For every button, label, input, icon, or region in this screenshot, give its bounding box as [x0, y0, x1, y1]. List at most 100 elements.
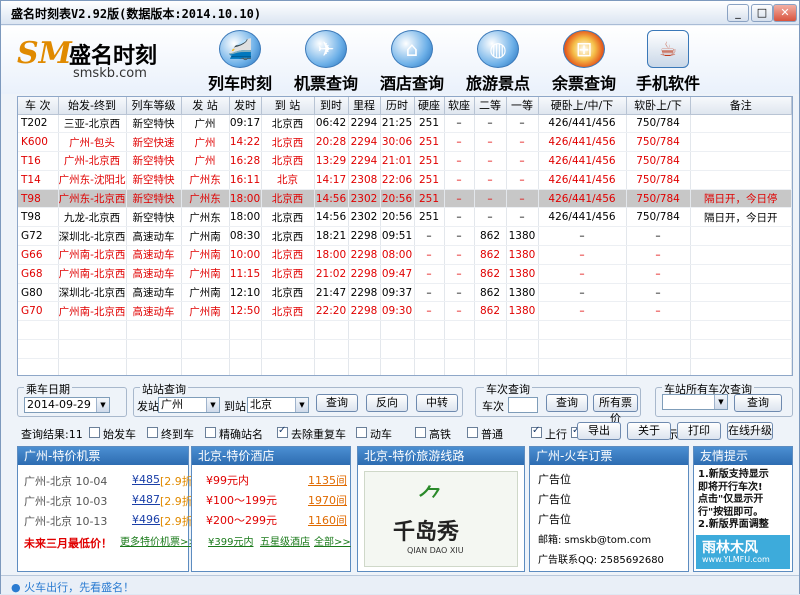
table-cell: 1380	[506, 264, 539, 284]
hotel-range[interactable]: ¥200～299元	[206, 512, 277, 528]
table-row[interactable]: G66 广州南-北京西 高速动车 广州南 10:00 北京西 18:00 2298 08:00–…	[18, 245, 792, 265]
nav-hotel-search[interactable]: ⌂ 酒店查询	[371, 26, 453, 94]
table-row[interactable]: G72 深圳北-北京西 高速动车 广州南 08:30 北京西 18:21 2298 09:51–…	[18, 226, 792, 247]
filter-checkbox[interactable]	[356, 427, 367, 438]
nav-flight-search[interactable]: ✈ 机票查询	[285, 26, 367, 94]
nav-attractions[interactable]: ◍ 旅游景点	[457, 26, 539, 94]
export-button[interactable]: 导出	[577, 422, 621, 440]
column-header[interactable]: 软卧上/下	[626, 97, 691, 115]
filter-checkbox[interactable]	[415, 427, 426, 438]
table-row[interactable]: T16 广州-北京西 新空特快 广州 16:28 北京西 13:29 2294 21:01 251…	[18, 151, 792, 171]
table-row[interactable]: T202 三亚-北京西 新空特快 广州 09:17 北京西 06:42 2294 21:25 25…	[18, 114, 792, 134]
column-header[interactable]: 二等	[474, 97, 507, 115]
to-station-select[interactable]: 北京 ▼	[247, 397, 309, 413]
filter-checkbox[interactable]	[467, 427, 478, 438]
column-header[interactable]: 列车等级	[126, 97, 182, 115]
close-button[interactable]: ✕	[773, 4, 797, 22]
hotel-count[interactable]: 1160间	[308, 512, 347, 528]
column-header[interactable]: 车 次	[18, 97, 59, 115]
reverse-button[interactable]: 反向	[366, 394, 408, 412]
table-cell: 16:11	[229, 170, 262, 190]
minimize-button[interactable]: _	[727, 4, 749, 22]
chevron-down-icon[interactable]: ▼	[714, 395, 727, 409]
column-header[interactable]: 发 站	[181, 97, 230, 115]
about-button[interactable]: 关于	[627, 422, 671, 440]
filter-checkbox[interactable]	[531, 425, 542, 438]
from-station-select[interactable]: 广州 ▼	[158, 397, 220, 413]
chevron-down-icon[interactable]: ▼	[206, 398, 219, 412]
filter-checkbox[interactable]	[205, 427, 216, 438]
table-cell: T14	[18, 170, 59, 190]
nav-mobile-app[interactable]: ☕ 手机软件	[627, 26, 709, 94]
date-picker[interactable]: 2014-09-29 ▼	[24, 397, 110, 413]
table-cell: G80	[18, 283, 59, 303]
hotel-link-399[interactable]: ¥399元内	[208, 533, 253, 548]
upgrade-button[interactable]: 在线升级	[727, 422, 773, 440]
column-header[interactable]: 到 站	[261, 97, 315, 115]
column-header[interactable]: 发时	[229, 97, 262, 115]
flight-price[interactable]: ¥496	[132, 513, 160, 526]
flight-route: 广州-北京 10-04	[24, 475, 108, 488]
column-header[interactable]: 里程	[348, 97, 381, 115]
hotel-count[interactable]: 1970间	[308, 492, 347, 508]
nav-label: 列车时刻	[207, 74, 272, 93]
table-cell: 251	[414, 189, 445, 209]
hotel-link-5star[interactable]: 五星级酒店	[260, 533, 310, 548]
column-header[interactable]: 到时	[314, 97, 349, 115]
table-cell: 21:01	[380, 151, 415, 171]
column-header[interactable]: 始发-终到	[58, 97, 127, 115]
filter-checkbox[interactable]	[147, 427, 158, 438]
train-query-button[interactable]: 查询	[546, 394, 588, 412]
flight-row[interactable]: 广州-北京 10-04 ¥485 [2.9折]	[18, 469, 197, 489]
table-cell: –	[444, 114, 475, 134]
table-cell: –	[414, 264, 445, 284]
all-fares-button[interactable]: 所有票价	[593, 394, 638, 425]
table-cell: 2302	[348, 189, 381, 209]
table-row[interactable]: G68 广州南-北京西 高速动车 广州南 11:15 北京西 21:02 2298 09:47–…	[18, 264, 792, 284]
ad-slot[interactable]: 广告位	[538, 491, 571, 507]
hotel-range[interactable]: ¥99元内	[206, 472, 249, 488]
column-header[interactable]: 硬卧上/中/下	[538, 97, 627, 115]
train-number-input[interactable]	[508, 397, 538, 413]
station-all-query-button[interactable]: 查询	[734, 394, 782, 412]
table-row[interactable]: K600 广州-包头 新空快速 广州 14:22 北京西 20:28 2294 30:06 251…	[18, 132, 792, 153]
chevron-down-icon[interactable]: ▼	[96, 398, 109, 412]
hotel-link-all[interactable]: 全部>>	[314, 533, 351, 548]
column-header[interactable]: 备注	[690, 97, 792, 115]
chevron-down-icon[interactable]: ▼	[295, 398, 308, 412]
table-row[interactable]: G80 深圳北-北京西 高速动车 广州南 12:10 北京西 21:47 2298 09:37–…	[18, 283, 792, 303]
filter-checkbox[interactable]	[277, 425, 288, 438]
ad-slot[interactable]: 广告位	[538, 511, 571, 527]
hotel-count[interactable]: 1135间	[308, 472, 347, 488]
transfer-button[interactable]: 中转	[416, 394, 458, 412]
column-header[interactable]: 历时	[380, 97, 415, 115]
column-header[interactable]: 一等	[506, 97, 539, 115]
filter-checkbox[interactable]	[89, 427, 100, 438]
table-cell	[314, 320, 349, 341]
station-select[interactable]: ▼	[662, 394, 728, 410]
nav-ticket-availability[interactable]: ⊞ 余票查询	[543, 26, 625, 94]
table-row[interactable]: G70 广州南-北京西 高速动车 广州南 12:50 北京西 22:20 2298 09:30–…	[18, 301, 792, 322]
print-button[interactable]: 打印	[677, 422, 721, 440]
table-row[interactable]: T98 广州东-北京西 新空特快 广州东 18:00 北京西 14:56 2302 20:56 2…	[18, 189, 792, 209]
hotel-range[interactable]: ¥100～199元	[206, 492, 277, 508]
table-cell: 14:17	[314, 170, 349, 190]
column-header[interactable]: 软座	[444, 97, 475, 115]
flight-price[interactable]: ¥487	[132, 493, 160, 506]
table-cell	[126, 339, 182, 359]
flight-row[interactable]: 广州-北京 10-03 ¥487 [2.9折]	[18, 489, 197, 509]
tour-banner[interactable]: ⺈ 千岛秀 QIAN DAO XIU	[364, 471, 518, 567]
table-cell: –	[444, 151, 475, 171]
ad-slot[interactable]: 广告位	[538, 471, 571, 487]
table-cell: 18:21	[314, 226, 349, 247]
table-row[interactable]: T98 九龙-北京西 新空特快 广州东 18:00 北京西 14:56 2302 20:56 25…	[18, 207, 792, 228]
nav-train-schedule[interactable]: 🚄 列车时刻	[199, 26, 281, 94]
station-query-button[interactable]: 查询	[316, 394, 358, 412]
flight-row[interactable]: 广州-北京 10-13 ¥496 [2.9折]	[18, 509, 197, 529]
table-cell: –	[506, 170, 539, 190]
flight-price[interactable]: ¥485	[132, 473, 160, 486]
maximize-button[interactable]: □	[751, 4, 773, 22]
more-flights-link[interactable]: 更多特价机票>>	[120, 533, 197, 548]
table-row[interactable]: T14 广州东-沈阳北 新空特快 广州东 16:11 北京 14:17 2308 22:06 25…	[18, 170, 792, 190]
column-header[interactable]: 硬座	[414, 97, 445, 115]
